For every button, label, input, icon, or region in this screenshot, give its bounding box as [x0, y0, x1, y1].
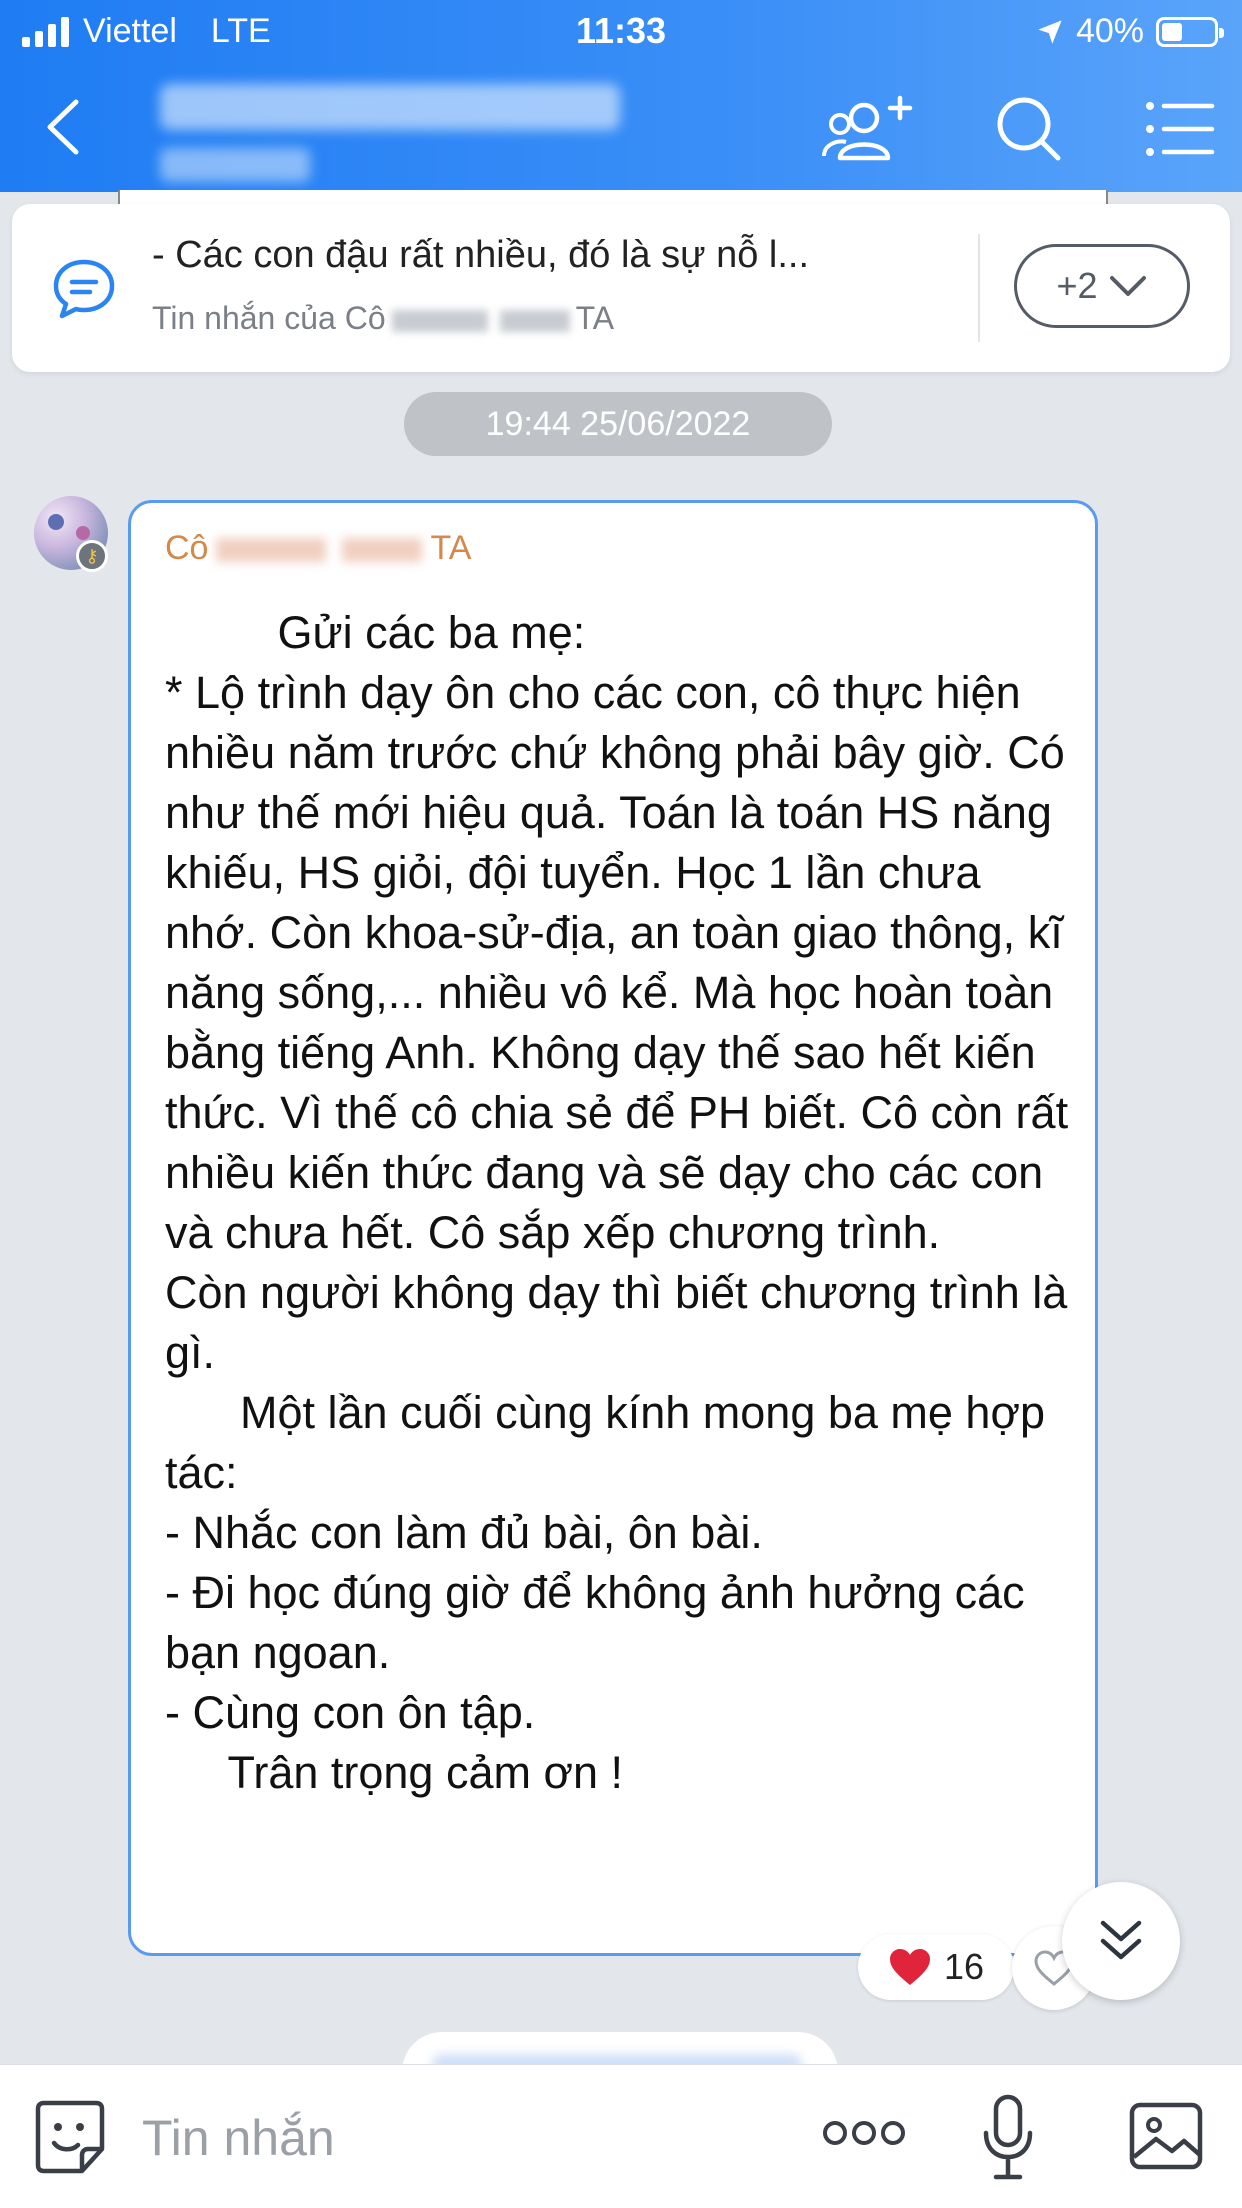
- conversation-title[interactable]: [160, 78, 660, 182]
- photo-button[interactable]: [1128, 2101, 1204, 2176]
- ellipsis-icon: [823, 2121, 905, 2145]
- header: Viettel LTE 11:33 40%: [0, 0, 1242, 192]
- more-options-button[interactable]: [822, 2115, 906, 2156]
- divider: [978, 234, 980, 342]
- composer-bar: Tin nhắn: [0, 2064, 1242, 2208]
- battery-percent: 40%: [1075, 12, 1144, 50]
- chevron-down-icon: [1109, 276, 1146, 296]
- add-member-button[interactable]: [820, 94, 916, 164]
- voice-button[interactable]: [982, 2093, 1034, 2186]
- pinned-more-button[interactable]: +2: [1014, 244, 1190, 328]
- scroll-to-bottom-button[interactable]: [1062, 1882, 1180, 2000]
- location-arrow-icon: [1038, 19, 1062, 44]
- blurred-subtitle: [160, 148, 310, 182]
- emoji-sticker-icon: [35, 2100, 105, 2174]
- pinned-message[interactable]: - Các con đậu rất nhiều, đó là sự nỗ l..…: [12, 204, 1230, 372]
- message-input[interactable]: Tin nhắn: [142, 2109, 335, 2167]
- double-chevron-down-icon: [1100, 1920, 1142, 1960]
- heart-icon: [889, 1949, 930, 1985]
- pinned-text: - Các con đậu rất nhiều, đó là sự nỗ l..…: [152, 234, 810, 276]
- add-person-icon: [822, 95, 913, 161]
- menu-button[interactable]: [1140, 94, 1220, 164]
- blurred-title: [160, 84, 620, 130]
- chat-screen: Viettel LTE 11:33 40% - Các con đậu rất …: [0, 0, 1242, 2208]
- blurred-name: [216, 538, 327, 563]
- message-text: Gửi các ba mẹ: * Lộ trình dạy ôn cho các…: [165, 607, 1069, 1798]
- reaction-count: 16: [943, 1946, 985, 1987]
- sticker-button[interactable]: [34, 2097, 106, 2182]
- message-bubble[interactable]: Cô TA Gửi các ba mẹ: * Lộ trình dạy ôn ch…: [128, 500, 1098, 1956]
- battery-icon: [1156, 16, 1224, 47]
- list-menu-icon: [1146, 102, 1215, 156]
- nav-bar: [0, 64, 1242, 192]
- status-bar: Viettel LTE 11:33 40%: [0, 0, 1242, 64]
- key-badge-icon: ⚷: [76, 540, 108, 572]
- chevron-left-icon: [47, 99, 79, 155]
- microphone-icon: [983, 2094, 1033, 2180]
- image-icon: [1129, 2102, 1203, 2170]
- search-icon: [997, 97, 1061, 161]
- timestamp-divider: 19:44 25/06/2022: [404, 392, 832, 456]
- blurred-name: [391, 309, 488, 332]
- reaction-summary[interactable]: 16: [858, 1934, 1014, 2000]
- chat-bubble-icon: [50, 254, 118, 322]
- sender-name: Cô TA: [165, 529, 472, 567]
- blurred-name: [342, 538, 423, 563]
- back-button[interactable]: [36, 92, 96, 162]
- pinned-author: Tin nhắn của Cô TA: [152, 300, 615, 336]
- blurred-name: [499, 309, 570, 332]
- search-button[interactable]: [990, 94, 1070, 164]
